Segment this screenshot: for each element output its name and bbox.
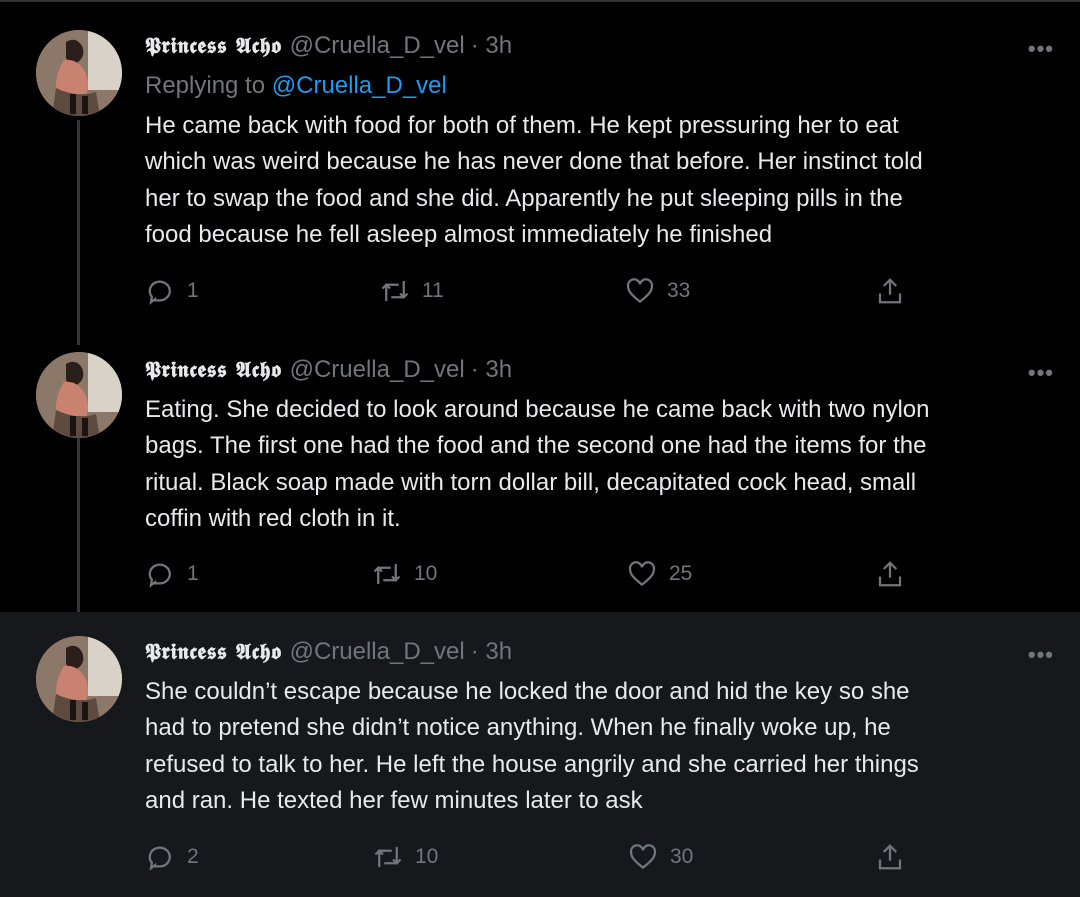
tweet-header: 𝕻𝖗𝖎𝖓𝖈𝖊𝖘𝖘 𝕬𝖈𝖍𝖔 @Cruella_D_vel · 3h	[145, 356, 512, 386]
retweet-count: 10	[415, 845, 439, 868]
more-options-button[interactable]: •••	[1028, 36, 1054, 62]
retweet-count: 10	[414, 562, 438, 585]
like-count: 25	[669, 562, 693, 585]
share-button[interactable]	[875, 842, 917, 872]
retweet-count: 11	[422, 279, 444, 302]
like-button[interactable]: 33	[625, 276, 690, 306]
tweet-actions: 1 11 33	[145, 276, 925, 310]
share-icon	[878, 844, 902, 870]
like-button[interactable]: 30	[628, 842, 693, 872]
handle[interactable]: @Cruella_D_vel	[290, 638, 465, 666]
share-icon	[878, 561, 902, 587]
display-name[interactable]: 𝕻𝖗𝖎𝖓𝖈𝖊𝖘𝖘 𝕬𝖈𝖍𝖔	[145, 639, 282, 665]
replying-prefix: Replying to	[145, 72, 266, 99]
timestamp[interactable]: · 3h	[471, 638, 512, 666]
tweet-header: 𝕻𝖗𝖎𝖓𝖈𝖊𝖘𝖘 𝕬𝖈𝖍𝖔 @Cruella_D_vel · 3h	[145, 32, 512, 62]
reply-count: 2	[187, 845, 199, 868]
retweet-icon	[381, 281, 409, 301]
retweet-button[interactable]: 10	[372, 559, 437, 589]
avatar[interactable]	[36, 636, 122, 722]
share-icon	[878, 278, 902, 304]
reply-button[interactable]: 1	[145, 276, 199, 306]
heart-icon	[626, 278, 654, 304]
timestamp[interactable]: · 3h	[471, 32, 512, 60]
retweet-button[interactable]: 10	[373, 842, 438, 872]
retweet-icon	[373, 564, 401, 584]
reply-icon	[148, 563, 171, 588]
more-options-button[interactable]: •••	[1028, 360, 1054, 386]
handle[interactable]: @Cruella_D_vel	[290, 32, 465, 60]
tweet[interactable]: 𝕻𝖗𝖎𝖓𝖈𝖊𝖘𝖘 𝕬𝖈𝖍𝖔 @Cruella_D_vel · 3h ••• Ea…	[0, 330, 1080, 612]
share-button[interactable]	[875, 559, 917, 589]
tweet-text: Eating. She decided to look around becau…	[145, 396, 930, 532]
tweet-actions: 1 10 25	[145, 559, 925, 593]
reply-count: 1	[187, 279, 199, 302]
tweet-header: 𝕻𝖗𝖎𝖓𝖈𝖊𝖘𝖘 𝕬𝖈𝖍𝖔 @Cruella_D_vel · 3h	[145, 638, 512, 668]
tweet[interactable]: 𝕻𝖗𝖎𝖓𝖈𝖊𝖘𝖘 𝕬𝖈𝖍𝖔 @Cruella_D_vel · 3h ••• Sh…	[0, 612, 1080, 897]
tweet-actions: 2 10 30	[145, 842, 925, 876]
heart-icon	[629, 844, 657, 870]
tweet-text: She couldn’t escape because he locked th…	[145, 678, 919, 814]
display-name[interactable]: 𝕻𝖗𝖎𝖓𝖈𝖊𝖘𝖘 𝕬𝖈𝖍𝖔	[145, 357, 282, 383]
avatar[interactable]	[36, 30, 122, 116]
reply-icon	[148, 280, 171, 305]
replying-to: Replying to @Cruella_D_vel	[145, 72, 447, 100]
share-button[interactable]	[875, 276, 917, 306]
tweet[interactable]: 𝕻𝖗𝖎𝖓𝖈𝖊𝖘𝖘 𝕬𝖈𝖍𝖔 @Cruella_D_vel · 3h ••• Re…	[0, 0, 1080, 330]
like-count: 30	[670, 845, 694, 868]
display-name[interactable]: 𝕻𝖗𝖎𝖓𝖈𝖊𝖘𝖘 𝕬𝖈𝖍𝖔	[145, 33, 282, 59]
timestamp[interactable]: · 3h	[471, 356, 512, 384]
reply-count: 1	[187, 562, 199, 585]
reply-icon	[148, 846, 171, 871]
like-count: 33	[667, 279, 691, 302]
retweet-button[interactable]: 11	[380, 276, 444, 306]
mention-link[interactable]: @Cruella_D_vel	[272, 72, 447, 99]
heart-icon	[628, 561, 656, 587]
handle[interactable]: @Cruella_D_vel	[290, 356, 465, 384]
avatar[interactable]	[36, 352, 122, 438]
more-options-button[interactable]: •••	[1028, 642, 1054, 668]
like-button[interactable]: 25	[627, 559, 692, 589]
tweet-text: He came back with food for both of them.…	[145, 112, 923, 248]
reply-button[interactable]: 2	[145, 842, 199, 872]
retweet-icon	[374, 847, 402, 867]
reply-button[interactable]: 1	[145, 559, 199, 589]
